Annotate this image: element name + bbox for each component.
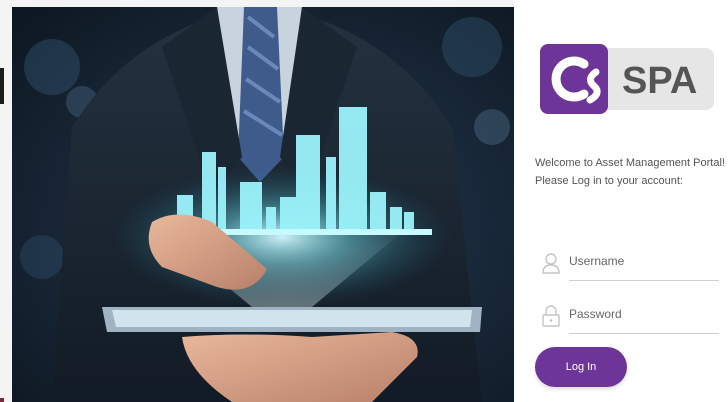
spa-logo: SPA (538, 42, 716, 116)
welcome-instruction: Please Log in to your account: (535, 175, 683, 187)
username-field (541, 242, 721, 282)
login-panel: SPA Welcome to Asset Management Portal! … (514, 0, 728, 402)
login-button[interactable]: Log In (535, 347, 627, 387)
left-edge-bar (0, 68, 4, 104)
hero-image (12, 7, 514, 402)
businessman-hologram-illustration (20, 7, 510, 402)
left-edge-accent (0, 398, 4, 402)
password-input[interactable] (569, 295, 719, 334)
welcome-message: Welcome to Asset Management Portal! Plea… (535, 154, 725, 190)
svg-text:SPA: SPA (622, 60, 697, 102)
welcome-title: Welcome to Asset Management Portal! (535, 157, 725, 169)
lock-icon (542, 305, 560, 327)
user-icon (542, 253, 560, 274)
username-input[interactable] (569, 242, 719, 281)
password-field (541, 295, 721, 335)
